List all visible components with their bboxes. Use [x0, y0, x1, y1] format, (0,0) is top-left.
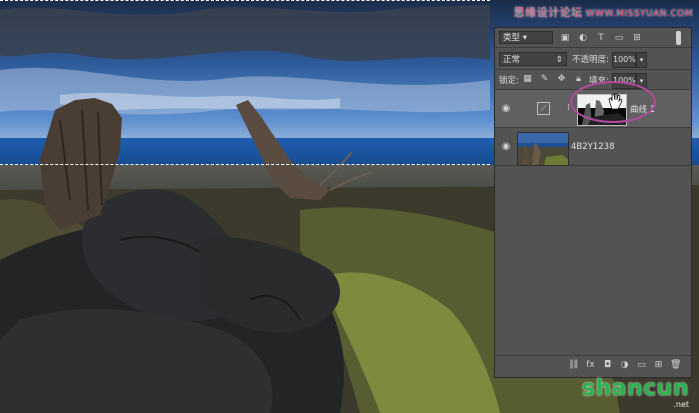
selection-marquee: [0, 0, 490, 165]
layer-photo-thumbnail[interactable]: [517, 132, 569, 166]
filter-kind-select[interactable]: 类型 ▾: [499, 31, 553, 44]
lock-all-icon[interactable]: 🔒︎: [573, 74, 584, 85]
lock-icons: ▦ ✎ ✥ 🔒︎: [522, 74, 584, 85]
watermark-sub: .net: [673, 400, 689, 409]
lock-pixels-icon[interactable]: ✎: [539, 74, 550, 85]
visibility-eye-icon[interactable]: ◉: [500, 103, 512, 115]
curves-adjustment-icon[interactable]: ⟋: [537, 102, 550, 115]
watermark-top-url: WWW.MISSYUAN.COM: [585, 9, 693, 19]
blend-mode-arrow-icon: ⇕: [555, 55, 563, 65]
filter-type-icon[interactable]: T: [595, 32, 607, 44]
blend-mode-select[interactable]: 正常 ⇕: [499, 52, 567, 66]
visibility-eye-icon[interactable]: ◉: [500, 141, 512, 153]
new-group-icon[interactable]: ▭: [636, 360, 647, 371]
blend-row: 正常 ⇕ 不透明度: 100% ▾: [495, 48, 691, 70]
layer-name[interactable]: 4B2Y1238: [571, 142, 614, 152]
lock-transparency-icon[interactable]: ▦: [522, 74, 533, 85]
lock-position-icon[interactable]: ✥: [556, 74, 567, 85]
layers-panel: 类型 ▾ ▣ ◐ T ▭ ⊞ 正常 ⇕ 不透明度: 100% ▾ 锁定: ▦ ✎…: [494, 27, 692, 378]
watermark-brand: shancun: [581, 376, 689, 401]
add-mask-icon[interactable]: ◘: [602, 360, 613, 371]
filter-toggle-switch[interactable]: [676, 31, 681, 45]
layer-filter-row: 类型 ▾ ▣ ◐ T ▭ ⊞: [495, 28, 691, 48]
footer-icons: ⛓︎ fx ◘ ◑ ▭ ⊞ 🗑︎: [568, 360, 681, 371]
photoshop-workspace: 思缘设计论坛 WWW.MISSYUAN.COM 类型 ▾ ▣ ◐ T ▭ ⊞ 正常…: [0, 0, 699, 413]
filter-pixel-icon[interactable]: ▣: [559, 32, 571, 44]
lock-label: 锁定:: [499, 76, 519, 86]
filter-smart-object-icon[interactable]: ⊞: [631, 32, 643, 44]
hand-cursor-icon: [608, 93, 623, 110]
new-adjustment-layer-icon[interactable]: ◑: [619, 360, 630, 371]
filter-shape-icon[interactable]: ▭: [613, 32, 625, 44]
link-layers-icon[interactable]: ⛓︎: [568, 360, 579, 371]
filter-icons: ▣ ◐ T ▭ ⊞: [559, 32, 643, 44]
watermark-top: 思缘设计论坛 WWW.MISSYUAN.COM: [514, 4, 693, 20]
layers-footer: ⛓︎ fx ◘ ◑ ▭ ⊞ 🗑︎: [495, 355, 691, 377]
layer-style-icon[interactable]: fx: [585, 360, 596, 371]
opacity-arrow-icon[interactable]: ▾: [636, 52, 647, 68]
opacity-label: 不透明度:: [572, 55, 609, 65]
filter-kind-label: 类型: [503, 33, 521, 43]
opacity-field[interactable]: 100%: [612, 52, 636, 68]
delete-layer-icon[interactable]: 🗑︎: [670, 360, 681, 371]
watermark-top-text: 思缘设计论坛: [513, 6, 583, 19]
watermark-bottom: shancun .net: [581, 376, 689, 410]
filter-adjustment-icon[interactable]: ◐: [577, 32, 589, 44]
layers-list: ◉ ⟋ ⁞ 曲线 1 ◉ 4B2Y1238: [495, 90, 691, 358]
new-layer-icon[interactable]: ⊞: [653, 360, 664, 371]
layer-photo[interactable]: ◉ 4B2Y1238: [495, 128, 691, 166]
blend-mode-label: 正常: [503, 55, 521, 65]
